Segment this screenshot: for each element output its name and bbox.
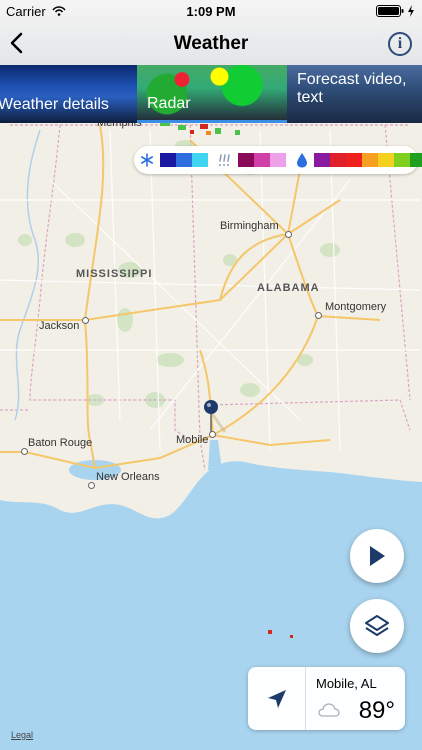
legend-swatch: [378, 153, 394, 167]
legend-swatch: [254, 153, 270, 167]
battery-icon: [376, 5, 414, 17]
status-time: 1:09 PM: [186, 4, 236, 19]
city-dot-montgomery: [315, 312, 322, 319]
tab-bar: Weather details Radar Forecast video, te…: [0, 65, 422, 123]
location-name: Mobile, AL: [316, 676, 377, 691]
temperature-value: 89°: [358, 697, 395, 724]
charging-bolt-icon: [408, 5, 414, 17]
mix-swatches: [238, 153, 286, 167]
play-icon: [370, 546, 385, 566]
legend-swatch: [270, 153, 286, 167]
city-label-new-orleans: New Orleans: [96, 471, 160, 483]
city-label-montgomery: Montgomery: [325, 301, 387, 313]
snow-swatches: [160, 153, 208, 167]
rain-swatches: [314, 153, 422, 167]
legend-swatch: [176, 153, 192, 167]
city-dot-jackson: [82, 317, 89, 324]
legend-swatch: [160, 153, 176, 167]
tab-label: Forecast video, text: [297, 71, 407, 106]
city-dot-new-orleans: [88, 482, 95, 489]
radar-legend: [134, 146, 422, 174]
tab-thumbnail: [0, 65, 137, 123]
tab-selected-indicator: [137, 120, 287, 123]
sleet-icon: [218, 152, 232, 168]
page-title: Weather: [173, 33, 249, 54]
legend-swatch: [192, 153, 208, 167]
legend-swatch: [238, 153, 254, 167]
city-dot-birmingham: [285, 231, 292, 238]
legend-swatch: [314, 153, 330, 167]
chevron-left-icon: [10, 32, 23, 54]
tab-label: Weather details: [0, 96, 109, 113]
layers-button[interactable]: [350, 599, 404, 653]
back-button[interactable]: [6, 30, 28, 56]
status-bar: Carrier 1:09 PM: [0, 0, 422, 22]
snowflake-icon: [140, 152, 154, 168]
current-location-button[interactable]: [248, 667, 306, 730]
raindrop-icon: [296, 152, 308, 168]
tab-thumbnail: [137, 65, 287, 123]
location-weather-card[interactable]: Mobile, AL 89°: [248, 667, 405, 730]
city-label-birmingham: Birmingham: [220, 220, 279, 232]
state-label-mississippi: MISSISSIPPI: [76, 268, 153, 280]
location-pin-icon[interactable]: [201, 398, 227, 438]
legal-link[interactable]: Legal: [11, 730, 33, 740]
layers-icon: [365, 615, 389, 636]
location-arrow-icon: [267, 689, 286, 708]
state-label-alabama: ALABAMA: [257, 282, 320, 294]
tab-label: Radar: [147, 95, 191, 112]
info-button[interactable]: i: [388, 32, 412, 56]
legend-swatch: [394, 153, 410, 167]
city-label-baton-rouge: Baton Rouge: [28, 437, 93, 449]
legend-swatch: [330, 153, 346, 167]
city-label-jackson: Jackson: [39, 320, 80, 332]
play-button[interactable]: [350, 529, 404, 583]
cloud-icon: [318, 703, 340, 717]
legend-swatch: [346, 153, 362, 167]
legend-swatch: [410, 153, 422, 167]
legend-swatch: [362, 153, 378, 167]
tab-radar[interactable]: Radar: [137, 65, 287, 123]
tab-forecast-video[interactable]: Forecast video, text: [287, 65, 422, 123]
tab-weather-details[interactable]: Weather details: [0, 65, 137, 123]
city-dot-baton-rouge: [21, 448, 28, 455]
info-icon: i: [397, 35, 403, 52]
